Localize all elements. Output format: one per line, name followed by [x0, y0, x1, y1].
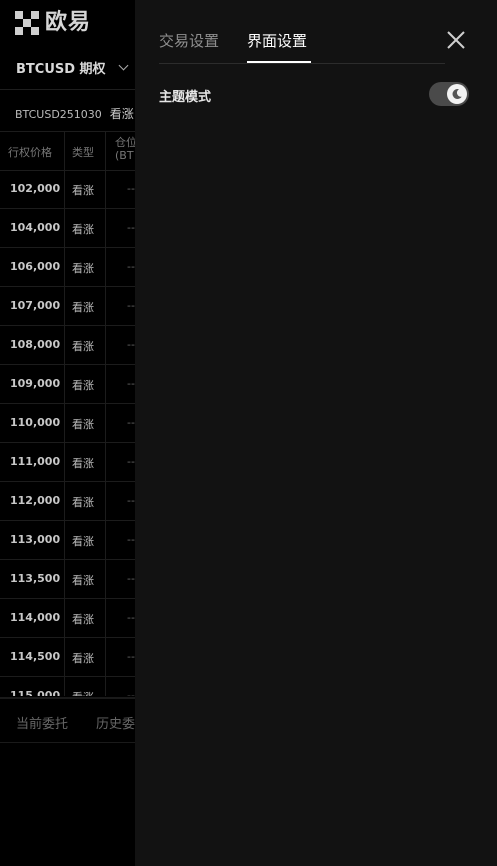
table-row[interactable]: 102,000 看涨 -- — [0, 170, 140, 209]
order-tabs: 当前委托 历史委 — [0, 697, 140, 743]
logo[interactable]: 欧易 — [15, 11, 91, 35]
tab-trade-settings[interactable]: 交易设置 — [159, 30, 219, 51]
option-type: 看涨 — [72, 340, 94, 353]
table-row[interactable]: 112,000 看涨 -- — [0, 482, 140, 521]
position-value: -- — [127, 260, 135, 273]
option-type: 看涨 — [72, 379, 94, 392]
position-value: -- — [127, 494, 135, 507]
chevron-down-icon — [118, 60, 129, 71]
tab-ui-settings[interactable]: 界面设置 — [247, 30, 307, 51]
table-row[interactable]: 115,000 看涨 -- — [0, 677, 140, 696]
option-type: 看涨 — [72, 496, 94, 509]
table-row[interactable]: 113,500 看涨 -- — [0, 560, 140, 599]
option-type: 看涨 — [72, 574, 94, 587]
strike-price: 102,000 — [10, 182, 61, 195]
strike-price: 115,000 — [10, 689, 61, 696]
table-row[interactable]: 114,500 看涨 -- — [0, 638, 140, 677]
option-type: 看涨 — [72, 689, 94, 696]
table-row[interactable]: 110,000 看涨 -- — [0, 404, 140, 443]
close-icon — [447, 31, 465, 49]
header-strike: 行权价格 — [8, 146, 52, 159]
theme-mode-toggle[interactable] — [429, 82, 469, 106]
strike-price: 109,000 — [10, 377, 61, 390]
position-value: -- — [127, 650, 135, 663]
strike-price: 108,000 — [10, 338, 61, 351]
option-type: 看涨 — [72, 262, 94, 275]
header-position: 仓位 (BT — [115, 136, 137, 162]
option-type: 看涨 — [72, 223, 94, 236]
strike-price: 113,500 — [10, 572, 61, 585]
options-table: 102,000 看涨 -- 104,000 看涨 -- 106,000 看涨 -- 107,000… — [0, 170, 140, 696]
table-header: 行权价格 类型 仓位 (BT — [0, 131, 140, 171]
option-type: 看涨 — [72, 613, 94, 626]
contract-row[interactable]: BTCUSD251030 看涨 — [15, 105, 134, 122]
position-value: -- — [127, 221, 135, 234]
position-value: -- — [127, 182, 135, 195]
position-value: -- — [127, 689, 135, 696]
strike-price: 113,000 — [10, 533, 61, 546]
okx-logo-icon — [15, 11, 39, 35]
option-type: 看涨 — [72, 535, 94, 548]
table-row[interactable]: 106,000 看涨 -- — [0, 248, 140, 287]
header-position-line2: (BT — [115, 149, 134, 162]
position-value: -- — [127, 299, 135, 312]
header-type: 类型 — [72, 146, 94, 159]
tab-current-orders[interactable]: 当前委托 — [16, 713, 68, 732]
position-value: -- — [127, 533, 135, 546]
close-button[interactable] — [445, 29, 467, 51]
instrument-selector[interactable]: BTCUSD 期权 — [16, 58, 129, 77]
instrument-name: BTCUSD 期权 — [16, 62, 106, 77]
table-row[interactable]: 109,000 看涨 -- — [0, 365, 140, 404]
strike-price: 106,000 — [10, 260, 61, 273]
table-row[interactable]: 114,000 看涨 -- — [0, 599, 140, 638]
strike-price: 114,500 — [10, 650, 61, 663]
position-value: -- — [127, 377, 135, 390]
strike-price: 112,000 — [10, 494, 61, 507]
moon-icon — [452, 88, 462, 99]
theme-mode-row: 主题模式 — [159, 80, 469, 108]
position-value: -- — [127, 416, 135, 429]
position-value: -- — [127, 611, 135, 624]
logo-text: 欧易 — [45, 10, 92, 35]
settings-drawer: 交易设置 界面设置 主题模式 — [135, 0, 497, 866]
strike-price: 111,000 — [10, 455, 61, 468]
toggle-knob — [447, 84, 467, 104]
table-row[interactable]: 111,000 看涨 -- — [0, 443, 140, 482]
option-type: 看涨 — [72, 652, 94, 665]
strike-price: 104,000 — [10, 221, 61, 234]
contract-name: BTCUSD251030 — [15, 108, 102, 121]
position-value: -- — [127, 338, 135, 351]
table-row[interactable]: 107,000 看涨 -- — [0, 287, 140, 326]
table-row[interactable]: 108,000 看涨 -- — [0, 326, 140, 365]
option-type: 看涨 — [72, 418, 94, 431]
tab-order-history[interactable]: 历史委 — [96, 713, 135, 732]
position-value: -- — [127, 455, 135, 468]
option-type: 看涨 — [72, 184, 94, 197]
table-row[interactable]: 113,000 看涨 -- — [0, 521, 140, 560]
option-type: 看涨 — [72, 301, 94, 314]
table-row[interactable]: 104,000 看涨 -- — [0, 209, 140, 248]
contract-type: 看涨 — [109, 107, 134, 121]
strike-price: 107,000 — [10, 299, 61, 312]
option-type: 看涨 — [72, 457, 94, 470]
settings-tabs: 交易设置 界面设置 — [159, 0, 445, 64]
strike-price: 114,000 — [10, 611, 61, 624]
divider — [0, 89, 140, 90]
strike-price: 110,000 — [10, 416, 61, 429]
theme-mode-label: 主题模式 — [159, 90, 212, 105]
active-tab-indicator — [247, 61, 311, 63]
header-position-line1: 仓位 — [115, 136, 137, 149]
position-value: -- — [127, 572, 135, 585]
